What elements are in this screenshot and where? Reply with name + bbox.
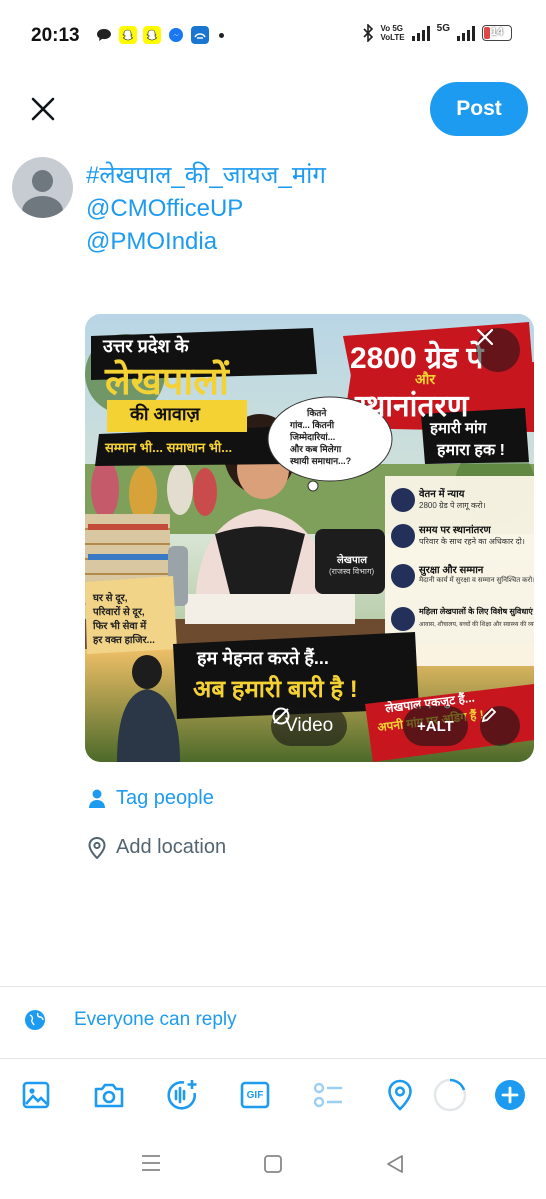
bag-label: लेखपाल [337, 555, 368, 566]
voice-icon [167, 1080, 197, 1110]
battery-icon: 14 [482, 25, 512, 41]
point-1-head: वेतन में न्याय [419, 489, 465, 500]
signal-icon-2 [457, 25, 475, 41]
point-2-sub: परिवार के साथ रहने का अधिकार दो। [419, 537, 525, 546]
video-button[interactable]: Video [271, 706, 348, 746]
poster-demand-2: हमारा हक ! [437, 442, 505, 459]
network-label-2: 5G [436, 23, 450, 34]
chat-bubble-icon [95, 26, 113, 44]
close-button[interactable] [26, 92, 60, 126]
pencil-icon [481, 707, 497, 723]
square-icon [264, 1155, 282, 1173]
mention-pmoindia[interactable]: @PMOIndia [86, 225, 326, 258]
poster-demand-1: हमारी मांग [430, 420, 487, 437]
point-4-head: महिला लेखपालों के लिए विशेष सुविधाएं [419, 607, 533, 616]
signal-icon-1 [411, 25, 430, 41]
point-1-sub: 2800 ग्रेड पे लागू करो। [419, 501, 486, 510]
alt-text-button[interactable]: +ALT [403, 706, 468, 746]
reply-setting-label: Everyone can reply [74, 1009, 237, 1030]
tag-people-button[interactable]: Tag people [88, 787, 214, 810]
note-line-3: फिर भी सेवा में [93, 621, 147, 632]
camera-button[interactable] [91, 1075, 127, 1115]
notification-icons [95, 26, 224, 44]
close-icon [31, 97, 55, 121]
poster-title-2: लेखपालों [105, 361, 229, 403]
reply-settings-button[interactable]: Everyone can reply [24, 1009, 237, 1031]
network-label-1: Vo 5G VoLTE [380, 24, 405, 42]
system-nav-bar [0, 1140, 546, 1190]
tag-people-label: Tag people [116, 787, 214, 809]
globe-icon [25, 1010, 45, 1030]
edit-media-button[interactable] [480, 706, 520, 746]
divider [0, 986, 546, 987]
menu-lines-icon [142, 1155, 160, 1171]
note-line-4: हर वक्त हाजिर... [93, 635, 155, 646]
poll-icon [313, 1082, 342, 1108]
add-thread-button[interactable] [492, 1075, 528, 1115]
person-icon [89, 789, 105, 808]
remove-media-button[interactable] [476, 328, 520, 372]
status-time: 20:13 [31, 25, 80, 46]
tweet-text-input[interactable]: #लेखपाल_की_जायज_मांग @CMOfficeUP @PMOInd… [86, 159, 326, 258]
image-button[interactable] [18, 1075, 54, 1115]
location-button[interactable] [382, 1075, 418, 1115]
divider-2 [0, 1058, 546, 1059]
post-button[interactable]: Post [430, 82, 528, 136]
gif-button[interactable]: GIF [237, 1075, 273, 1115]
video-loop-icon [272, 707, 290, 725]
image-icon [22, 1081, 50, 1109]
note-line-1: घर से दूर, [93, 593, 128, 604]
messenger-icon [167, 26, 185, 44]
slogan-2: अब हमारी बारी है ! [193, 676, 358, 703]
mention-cmofficeup[interactable]: @CMOfficeUP [86, 192, 326, 225]
point-3-head: सुरक्षा और सम्मान [419, 565, 484, 576]
video-label: Video [285, 715, 334, 736]
slogan-1: हम मेहनत करते हैं... [197, 648, 329, 668]
point-3-sub: मैदानी कार्य में सुरक्षा व सम्मान सुनिश्… [419, 577, 534, 584]
location-pin-icon [88, 836, 106, 859]
snapchat-icon-2 [143, 26, 161, 44]
more-notifications-dot [219, 32, 224, 38]
poster-title-4: सम्मान भी... समाधान भी... [105, 440, 233, 455]
bag-label-2: (राजस्व विभाग) [329, 567, 375, 576]
close-icon [476, 328, 494, 346]
back-button[interactable] [385, 1154, 405, 1179]
gif-label: GIF [246, 1089, 264, 1101]
bubble-line-5: स्थायी समाधान...? [290, 456, 352, 466]
avatar [12, 157, 73, 218]
note-line-2: परिवारों से दूर, [93, 607, 145, 618]
snapchat-icon [119, 26, 137, 44]
poll-button[interactable] [310, 1075, 346, 1115]
status-bar: 20:13 Vo 5G VoLTE 5G 14 [0, 0, 546, 72]
poster-title-3: की आवाज़ [130, 404, 200, 424]
home-button[interactable] [263, 1154, 283, 1179]
hashtag[interactable]: #लेखपाल_की_जायज_मांग [86, 159, 326, 192]
location-icon [388, 1079, 412, 1111]
plus-circle-icon [495, 1080, 525, 1110]
point-4-sub: आवास, शौचालय, बच्चों की शिक्षा और स्वास्… [419, 622, 534, 628]
add-location-label: Add location [116, 836, 227, 858]
point-2-head: समय पर स्थानांतरण [419, 525, 491, 536]
back-triangle-icon [387, 1155, 403, 1173]
bluetooth-icon [362, 24, 373, 42]
status-right-icons: Vo 5G VoLTE 5G 14 [362, 23, 512, 42]
compose-toolbar: GIF [0, 1075, 546, 1119]
character-count-ring [432, 1075, 468, 1115]
attached-media[interactable]: उत्तर प्रदेश के लेखपालों की आवाज़ सम्मान… [85, 314, 534, 762]
camera-icon [94, 1083, 124, 1108]
progress-ring-icon [433, 1078, 467, 1112]
add-location-button[interactable]: Add location [88, 836, 226, 859]
voice-button[interactable] [164, 1075, 200, 1115]
app-icon [191, 26, 209, 44]
recent-apps-button[interactable] [141, 1154, 161, 1177]
